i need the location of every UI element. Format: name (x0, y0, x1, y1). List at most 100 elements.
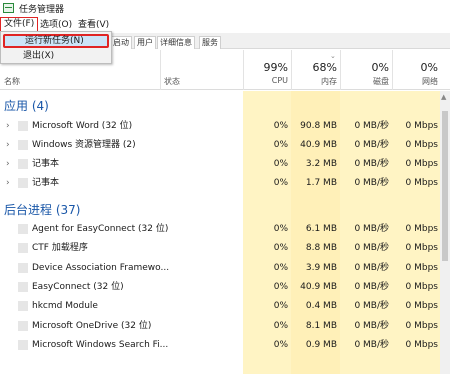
memory-cell: 8.1 MB (305, 321, 337, 331)
memory-cell: 3.9 MB (305, 263, 337, 273)
col-network[interactable]: 网络 (422, 76, 438, 87)
group-header-background[interactable]: 后台进程 (37) (4, 201, 80, 218)
process-name: 记事本 (32, 178, 60, 188)
col-name[interactable]: 名称 (4, 76, 20, 87)
table-row[interactable]: Microsoft Windows Search Fi... 0% 0.9 MB… (0, 335, 440, 355)
table-row[interactable]: EasyConnect (32 位) 0% 40.9 MB 0 MB/秒 0 M… (0, 277, 440, 297)
col-memory[interactable]: 内存 (321, 76, 337, 87)
network-cell: 0 Mbps (405, 178, 438, 188)
disk-cell: 0 MB/秒 (354, 340, 389, 350)
process-name: 记事本 (32, 159, 60, 169)
network-cell: 0 Mbps (405, 159, 438, 169)
col-disk[interactable]: 磁盘 (373, 76, 389, 87)
title-bar: 任务管理器 (0, 0, 450, 17)
process-icon (18, 159, 28, 169)
tab-details[interactable]: 详细信息 (157, 36, 195, 49)
column-divider[interactable] (340, 50, 341, 90)
vertical-scrollbar[interactable]: ▲ (440, 91, 450, 374)
network-cell: 0 Mbps (405, 263, 438, 273)
disk-percent: 0% (371, 61, 389, 74)
network-percent: 0% (420, 61, 438, 74)
network-cell: 0 Mbps (405, 224, 438, 234)
expand-chevron-icon[interactable]: › (6, 173, 10, 193)
process-icon (18, 282, 28, 292)
process-name: Microsoft Windows Search Fi... (32, 340, 169, 350)
disk-cell: 0 MB/秒 (354, 282, 389, 292)
network-cell: 0 Mbps (405, 282, 438, 292)
process-name: Agent for EasyConnect (32 位) (32, 224, 169, 234)
column-divider[interactable] (291, 50, 292, 90)
disk-cell: 0 MB/秒 (354, 321, 389, 331)
scroll-thumb[interactable] (442, 111, 448, 261)
col-status[interactable]: 状态 (164, 76, 180, 87)
table-row[interactable]: Device Association Framewo... 0% 3.9 MB … (0, 258, 440, 278)
run-new-task-item[interactable]: 运行新任务(N) (3, 34, 109, 48)
process-icon (18, 321, 28, 331)
process-name: hkcmd Module (32, 301, 98, 311)
expand-chevron-icon[interactable]: › (6, 154, 10, 174)
cpu-cell: 0% (273, 243, 288, 253)
memory-percent: 68% (312, 61, 337, 74)
table-row[interactable]: › Microsoft Word (32 位) 0% 90.8 MB 0 MB/… (0, 116, 440, 136)
memory-cell: 8.8 MB (305, 243, 337, 253)
tab-users[interactable]: 用户 (134, 36, 156, 49)
memory-cell: 3.2 MB (305, 159, 337, 169)
cpu-cell: 0% (273, 301, 288, 311)
network-cell: 0 Mbps (405, 340, 438, 350)
process-name: Windows 资源管理器 (2) (32, 140, 136, 150)
network-cell: 0 Mbps (405, 140, 438, 150)
cpu-cell: 0% (273, 178, 288, 188)
disk-cell: 0 MB/秒 (354, 301, 389, 311)
disk-cell: 0 MB/秒 (354, 178, 389, 188)
cpu-percent: 99% (263, 61, 288, 74)
cpu-cell: 0% (273, 263, 288, 273)
expand-chevron-icon[interactable]: › (6, 116, 10, 136)
network-cell: 0 Mbps (405, 243, 438, 253)
table-row[interactable]: Agent for EasyConnect (32 位) 0% 6.1 MB 0… (0, 219, 440, 239)
process-list: 应用 (4) › Microsoft Word (32 位) 0% 90.8 M… (0, 91, 450, 374)
table-row[interactable]: Microsoft OneDrive (32 位) 0% 8.1 MB 0 MB… (0, 316, 440, 336)
group-header-apps[interactable]: 应用 (4) (4, 97, 49, 114)
process-name: Microsoft OneDrive (32 位) (32, 321, 152, 331)
memory-cell: 40.9 MB (300, 140, 337, 150)
tab-startup[interactable]: 启动 (110, 36, 132, 49)
column-divider[interactable] (392, 50, 393, 90)
process-icon (18, 263, 28, 273)
tab-services[interactable]: 服务 (199, 36, 221, 49)
disk-cell: 0 MB/秒 (354, 140, 389, 150)
table-row[interactable]: hkcmd Module 0% 0.4 MB 0 MB/秒 0 Mbps (0, 296, 440, 316)
memory-cell: 1.7 MB (305, 178, 337, 188)
cpu-cell: 0% (273, 159, 288, 169)
memory-cell: 0.9 MB (305, 340, 337, 350)
disk-cell: 0 MB/秒 (354, 121, 389, 131)
disk-cell: 0 MB/秒 (354, 159, 389, 169)
exit-item[interactable]: 退出(X) (3, 49, 109, 63)
process-name: Microsoft Word (32 位) (32, 121, 133, 131)
disk-cell: 0 MB/秒 (354, 224, 389, 234)
table-row[interactable]: CTF 加载程序 0% 8.8 MB 0 MB/秒 0 Mbps (0, 238, 440, 258)
table-row[interactable]: › 记事本 0% 1.7 MB 0 MB/秒 0 Mbps (0, 173, 440, 193)
memory-cell: 90.8 MB (300, 121, 337, 131)
expand-chevron-icon[interactable]: › (6, 135, 10, 155)
cpu-cell: 0% (273, 140, 288, 150)
network-cell: 0 Mbps (405, 301, 438, 311)
memory-cell: 6.1 MB (305, 224, 337, 234)
process-icon (18, 178, 28, 188)
disk-cell: 0 MB/秒 (354, 263, 389, 273)
column-divider[interactable] (243, 50, 244, 90)
network-cell: 0 Mbps (405, 321, 438, 331)
network-cell: 0 Mbps (405, 121, 438, 131)
cpu-cell: 0% (273, 321, 288, 331)
sort-arrow-icon: ⌄ (330, 52, 336, 60)
table-row[interactable]: › Windows 资源管理器 (2) 0% 40.9 MB 0 MB/秒 0 … (0, 135, 440, 155)
cpu-cell: 0% (273, 224, 288, 234)
process-icon (18, 340, 28, 350)
process-icon (18, 140, 28, 150)
scroll-up-icon[interactable]: ▲ (441, 93, 446, 101)
memory-cell: 40.9 MB (300, 282, 337, 292)
table-row[interactable]: › 记事本 0% 3.2 MB 0 MB/秒 0 Mbps (0, 154, 440, 174)
column-divider[interactable] (160, 50, 161, 90)
col-cpu[interactable]: CPU (272, 76, 288, 85)
file-menu-dropdown: 运行新任务(N) 退出(X) (0, 31, 112, 64)
task-manager-icon (3, 3, 14, 13)
